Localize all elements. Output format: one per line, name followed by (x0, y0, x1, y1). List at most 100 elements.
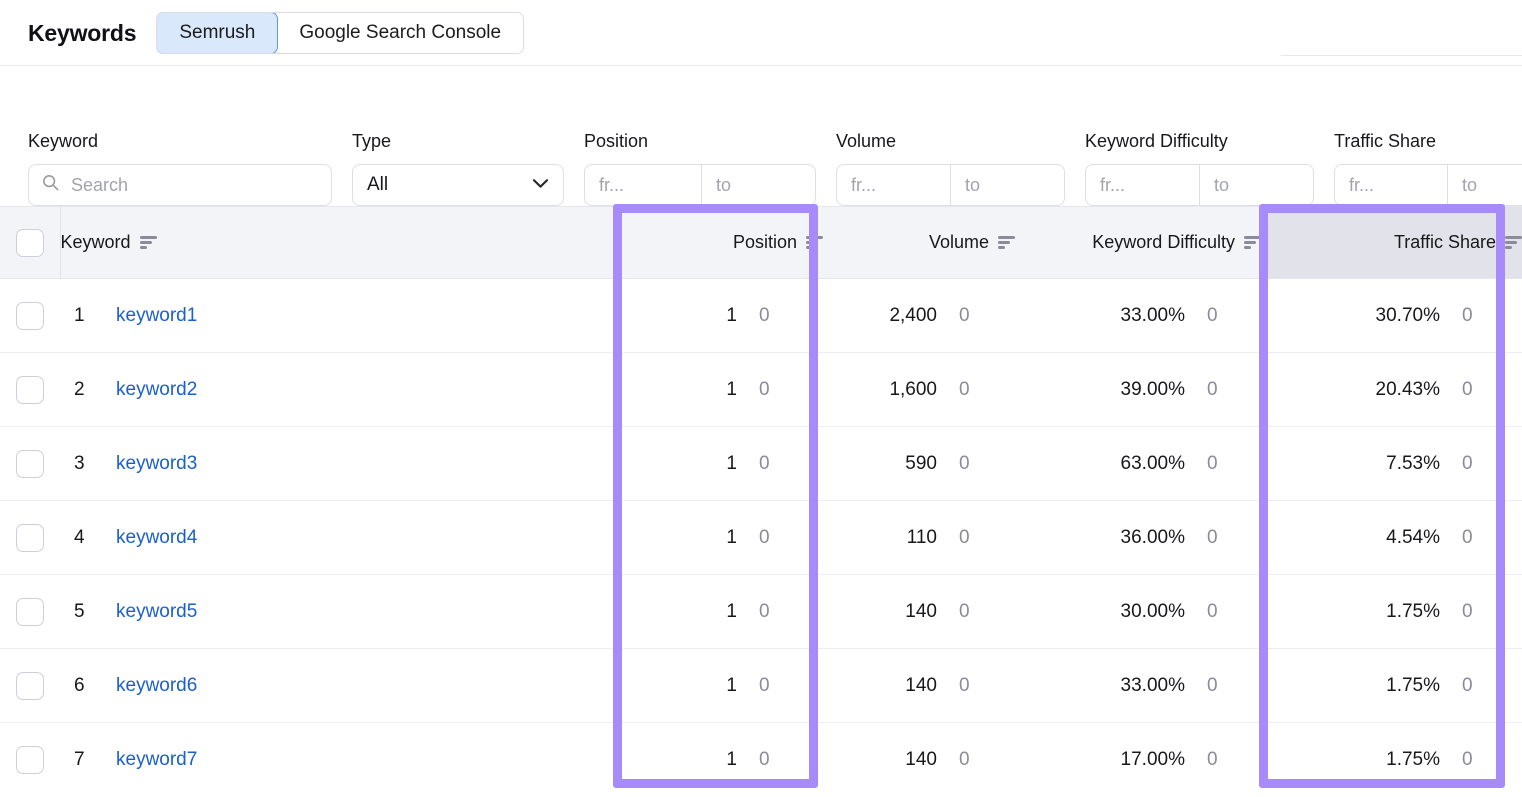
sort-icon[interactable] (1244, 236, 1261, 249)
keyword-difficulty-from-input[interactable]: fr... (1085, 164, 1199, 206)
traffic-share-delta: 0 (1440, 601, 1496, 623)
keyword-link[interactable]: keyword4 (116, 527, 197, 549)
row-checkbox[interactable] (16, 376, 44, 404)
table-row[interactable]: 3keyword310590063.00%07.53%0 (0, 427, 1522, 501)
page-title: Keywords (28, 20, 136, 47)
row-select-cell (0, 723, 60, 797)
keyword-search-field[interactable] (28, 164, 332, 206)
position-range: fr... to (584, 164, 816, 206)
traffic-share-cell: 1.75%0 (1261, 575, 1522, 649)
volume-cell: 1100 (823, 501, 1015, 575)
position-value: 1 (726, 675, 737, 697)
row-checkbox[interactable] (16, 598, 44, 626)
select-all-checkbox[interactable] (16, 229, 44, 257)
table-row[interactable]: 1keyword1102,400033.00%030.70%0 (0, 279, 1522, 353)
keyword-link[interactable]: keyword6 (116, 675, 197, 697)
keyword-difficulty-delta: 0 (1185, 601, 1241, 623)
tab-semrush[interactable]: Semrush (156, 12, 278, 54)
keyword-link[interactable]: keyword5 (116, 601, 197, 623)
table-row[interactable]: 4keyword410110036.00%04.54%0 (0, 501, 1522, 575)
keyword-difficulty-delta: 0 (1185, 527, 1241, 549)
keyword-link[interactable]: keyword3 (116, 453, 197, 475)
row-checkbox[interactable] (16, 746, 44, 774)
volume-cell: 1,6000 (823, 353, 1015, 427)
position-delta: 0 (737, 749, 793, 771)
volume-delta: 0 (937, 305, 993, 327)
traffic-share-cell: 20.43%0 (1261, 353, 1522, 427)
column-header-volume[interactable]: Volume (823, 207, 1015, 279)
row-checkbox[interactable] (16, 524, 44, 552)
sort-icon[interactable] (140, 236, 157, 249)
traffic-share-from-input[interactable]: fr... (1334, 164, 1447, 206)
keyword-difficulty-value: 36.00% (1121, 527, 1185, 549)
row-select-cell (0, 427, 60, 501)
keyword-difficulty-to-input[interactable]: to (1199, 164, 1314, 206)
position-from-input[interactable]: fr... (584, 164, 701, 206)
volume-from-input[interactable]: fr... (836, 164, 950, 206)
volume-to-input[interactable]: to (950, 164, 1065, 206)
keyword-difficulty-cell: 36.00%0 (1015, 501, 1261, 575)
keyword-difficulty-cell: 30.00%0 (1015, 575, 1261, 649)
row-rank: 6 (60, 675, 116, 697)
keyword-difficulty-delta: 0 (1185, 379, 1241, 401)
traffic-share-value: 7.53% (1386, 453, 1440, 475)
keyword-difficulty-value: 17.00% (1121, 749, 1185, 771)
traffic-share-delta: 0 (1440, 453, 1496, 475)
position-value: 1 (726, 749, 737, 771)
traffic-share-cell: 1.75%0 (1261, 649, 1522, 723)
table-row[interactable]: 7keyword710140017.00%01.75%0 (0, 723, 1522, 797)
keyword-link[interactable]: keyword7 (116, 749, 197, 771)
position-value: 1 (726, 305, 737, 327)
filter-bar: Keyword Type All Position fr... (0, 66, 1522, 206)
column-header-keyword-difficulty-label: Keyword Difficulty (1092, 232, 1235, 253)
keyword-link[interactable]: keyword1 (116, 305, 197, 327)
row-select-cell (0, 353, 60, 427)
table-row[interactable]: 6keyword610140033.00%01.75%0 (0, 649, 1522, 723)
volume-cell: 1400 (823, 575, 1015, 649)
traffic-share-to-input[interactable]: to (1447, 164, 1522, 206)
filter-keyword-label: Keyword (28, 131, 332, 152)
row-select-cell (0, 501, 60, 575)
keyword-link[interactable]: keyword2 (116, 379, 197, 401)
column-header-keyword[interactable]: Keyword (60, 207, 616, 279)
keyword-difficulty-delta: 0 (1185, 749, 1241, 771)
volume-delta: 0 (937, 527, 993, 549)
tab-google-search-console[interactable]: Google Search Console (277, 13, 523, 53)
search-input[interactable] (69, 174, 319, 197)
sort-icon[interactable] (806, 236, 823, 249)
row-checkbox[interactable] (16, 450, 44, 478)
table-header-row: Keyword Position Volume Keyword Difficul… (0, 207, 1522, 279)
column-header-keyword-label: Keyword (61, 232, 131, 253)
keyword-difficulty-range: fr... to (1085, 164, 1314, 206)
column-header-volume-label: Volume (929, 232, 989, 253)
volume-value: 2,400 (889, 305, 937, 327)
volume-value: 140 (905, 675, 937, 697)
select-all-header (0, 207, 60, 279)
column-header-keyword-difficulty[interactable]: Keyword Difficulty (1015, 207, 1261, 279)
filter-position-label: Position (584, 131, 816, 152)
keyword-difficulty-cell: 63.00%0 (1015, 427, 1261, 501)
type-select[interactable]: All (352, 164, 564, 206)
position-value: 1 (726, 453, 737, 475)
keyword-cell: 7keyword7 (60, 723, 616, 797)
row-checkbox[interactable] (16, 302, 44, 330)
table-body: 1keyword1102,400033.00%030.70%02keyword2… (0, 279, 1522, 797)
table-row[interactable]: 5keyword5 10140030.00%01.75%0 (0, 575, 1522, 649)
traffic-share-value: 1.75% (1386, 749, 1440, 771)
position-cell: 10 (616, 649, 823, 723)
sort-icon[interactable] (1505, 236, 1522, 249)
column-header-position[interactable]: Position (616, 207, 823, 279)
position-to-input[interactable]: to (701, 164, 816, 206)
volume-cell: 2,4000 (823, 279, 1015, 353)
keywords-table: Keyword Position Volume Keyword Difficul… (0, 206, 1522, 797)
row-rank: 5 (60, 601, 116, 623)
position-cell: 10 (616, 575, 823, 649)
column-header-traffic-share[interactable]: Traffic Share (1261, 207, 1522, 279)
position-cell: 10 (616, 501, 823, 575)
row-checkbox[interactable] (16, 672, 44, 700)
keyword-cell: 3keyword3 (60, 427, 616, 501)
keyword-difficulty-cell: 33.00%0 (1015, 279, 1261, 353)
position-cell: 10 (616, 353, 823, 427)
table-row[interactable]: 2keyword2101,600039.00%020.43%0 (0, 353, 1522, 427)
sort-icon[interactable] (998, 236, 1015, 249)
